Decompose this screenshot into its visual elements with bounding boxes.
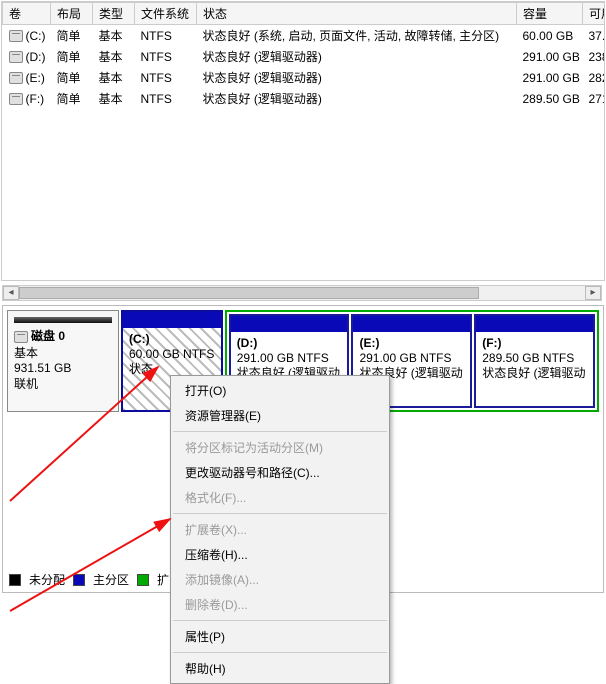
cell-fs: NTFS <box>135 88 197 109</box>
table-row[interactable]: (F:)简单基本NTFS状态良好 (逻辑驱动器)289.50 GB271. <box>3 88 606 109</box>
partition-header <box>476 316 593 332</box>
partition-status: 状态良好 (逻辑驱动 <box>482 366 585 380</box>
disk-header-bar <box>14 317 112 323</box>
cell-type: 基本 <box>93 88 135 109</box>
disk-title: 磁盘 0 <box>14 327 112 344</box>
legend-label-primary: 主分区 <box>93 571 129 588</box>
cell-status: 状态良好 (逻辑驱动器) <box>197 88 517 109</box>
cell-type: 基本 <box>93 46 135 67</box>
partition-header <box>123 312 221 328</box>
menu-change-letter[interactable]: 更改驱动器号和路径(C)... <box>171 460 389 485</box>
menu-open[interactable]: 打开(O) <box>171 378 389 403</box>
legend-label-extended: 扩 <box>157 571 169 588</box>
menu-mirror: 添加镜像(A)... <box>171 567 389 592</box>
horizontal-scrollbar[interactable]: ◂ ▸ <box>2 285 602 301</box>
cell-status: 状态良好 (逻辑驱动器) <box>197 46 517 67</box>
cell-volume: (F:) <box>3 88 51 109</box>
cell-free: 282. <box>583 67 606 88</box>
cell-status: 状态良好 (系统, 启动, 页面文件, 活动, 故障转储, 主分区) <box>197 25 517 47</box>
cell-type: 基本 <box>93 25 135 47</box>
menu-separator <box>173 513 387 514</box>
cell-layout: 简单 <box>51 25 93 47</box>
disk-type: 基本 <box>14 344 112 361</box>
col-layout[interactable]: 布局 <box>51 3 93 25</box>
scroll-thumb[interactable] <box>19 287 479 299</box>
cell-volume: (E:) <box>3 67 51 88</box>
cell-capacity: 289.50 GB <box>517 88 583 109</box>
partition-name: (F:) <box>482 336 501 350</box>
cell-layout: 简单 <box>51 46 93 67</box>
legend-swatch-primary <box>73 574 85 586</box>
cell-layout: 简单 <box>51 88 93 109</box>
scroll-right-button[interactable]: ▸ <box>585 286 601 300</box>
legend-swatch-unallocated <box>9 574 21 586</box>
drive-icon <box>9 30 23 42</box>
col-type[interactable]: 类型 <box>93 3 135 25</box>
cell-capacity: 291.00 GB <box>517 46 583 67</box>
menu-shrink[interactable]: 压缩卷(H)... <box>171 542 389 567</box>
drive-icon <box>9 72 23 84</box>
cell-fs: NTFS <box>135 25 197 47</box>
menu-separator <box>173 652 387 653</box>
col-volume[interactable]: 卷 <box>3 3 51 25</box>
disk-size: 931.51 GB <box>14 361 112 375</box>
menu-explorer[interactable]: 资源管理器(E) <box>171 403 389 428</box>
cell-capacity: 60.00 GB <box>517 25 583 47</box>
cell-capacity: 291.00 GB <box>517 67 583 88</box>
scroll-left-button[interactable]: ◂ <box>3 286 19 300</box>
partition-info: 60.00 GB NTFS <box>129 347 214 361</box>
col-free[interactable]: 可用 <box>583 3 606 25</box>
cell-type: 基本 <box>93 67 135 88</box>
legend-label-unallocated: 未分配 <box>29 571 65 588</box>
cell-fs: NTFS <box>135 46 197 67</box>
table-row[interactable]: (C:)简单基本NTFS状态良好 (系统, 启动, 页面文件, 活动, 故障转储… <box>3 25 606 47</box>
drive-icon <box>9 93 23 105</box>
menu-help[interactable]: 帮助(H) <box>171 656 389 681</box>
legend: 未分配 主分区 扩 <box>9 571 169 588</box>
disk-info-box[interactable]: 磁盘 0 基本 931.51 GB 联机 <box>7 310 119 412</box>
partition-info: 291.00 GB NTFS <box>359 351 451 365</box>
partition-name: (E:) <box>359 336 379 350</box>
table-row[interactable]: (E:)简单基本NTFS状态良好 (逻辑驱动器)291.00 GB282. <box>3 67 606 88</box>
partition-header <box>353 316 470 332</box>
partition-f[interactable]: (F:) 289.50 GB NTFS 状态良好 (逻辑驱动 <box>474 314 595 408</box>
col-fs[interactable]: 文件系统 <box>135 3 197 25</box>
cell-free: 238. <box>583 46 606 67</box>
menu-separator <box>173 620 387 621</box>
menu-delete: 删除卷(D)... <box>171 592 389 617</box>
volume-table: 卷 布局 类型 文件系统 状态 容量 可用 (C:)简单基本NTFS状态良好 (… <box>2 2 605 109</box>
col-status[interactable]: 状态 <box>197 3 517 25</box>
disk-icon <box>14 331 28 343</box>
cell-free: 271. <box>583 88 606 109</box>
partition-info: 291.00 GB NTFS <box>237 351 329 365</box>
menu-extend: 扩展卷(X)... <box>171 517 389 542</box>
partition-status: 状态 <box>129 362 153 376</box>
cell-volume: (C:) <box>3 25 51 47</box>
partition-name: (D:) <box>237 336 258 350</box>
legend-swatch-extended <box>137 574 149 586</box>
cell-status: 状态良好 (逻辑驱动器) <box>197 67 517 88</box>
menu-format: 格式化(F)... <box>171 485 389 510</box>
cell-fs: NTFS <box>135 67 197 88</box>
partition-info: 289.50 GB NTFS <box>482 351 574 365</box>
partition-name: (C:) <box>129 332 150 346</box>
menu-separator <box>173 431 387 432</box>
volume-table-container: 卷 布局 类型 文件系统 状态 容量 可用 (C:)简单基本NTFS状态良好 (… <box>1 1 605 281</box>
col-capacity[interactable]: 容量 <box>517 3 583 25</box>
context-menu: 打开(O) 资源管理器(E) 将分区标记为活动分区(M) 更改驱动器号和路径(C… <box>170 375 390 684</box>
cell-volume: (D:) <box>3 46 51 67</box>
drive-icon <box>9 51 23 63</box>
cell-free: 37.9 <box>583 25 606 47</box>
menu-properties[interactable]: 属性(P) <box>171 624 389 649</box>
partition-header <box>231 316 348 332</box>
table-row[interactable]: (D:)简单基本NTFS状态良好 (逻辑驱动器)291.00 GB238. <box>3 46 606 67</box>
cell-layout: 简单 <box>51 67 93 88</box>
menu-mark-active: 将分区标记为活动分区(M) <box>171 435 389 460</box>
disk-state: 联机 <box>14 375 112 392</box>
